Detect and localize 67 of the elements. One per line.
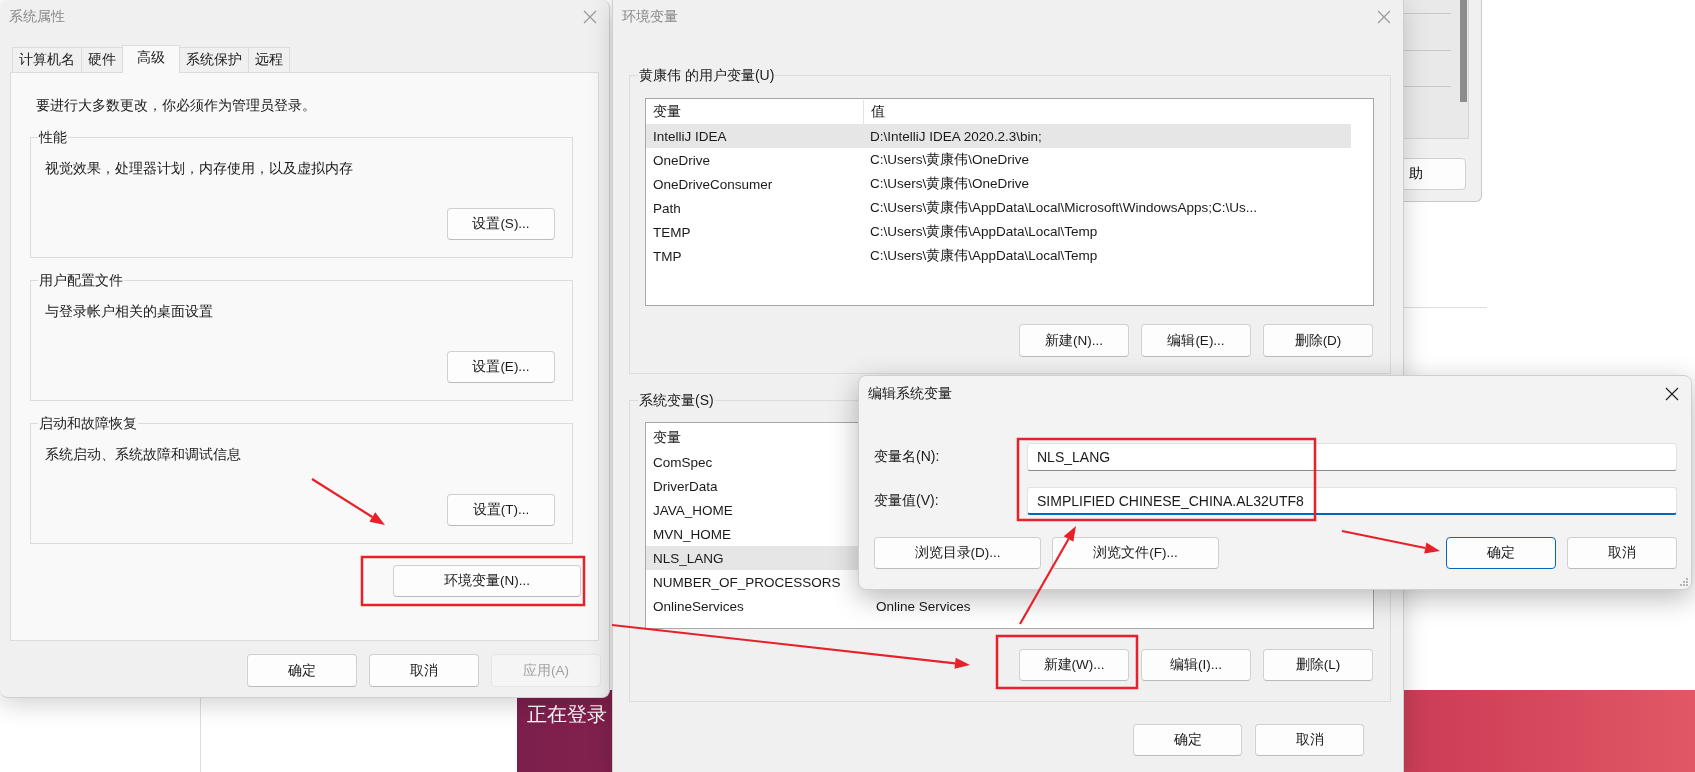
list-action-button[interactable]: 删除(L) — [1263, 649, 1373, 681]
variable-name: TMP — [652, 248, 683, 264]
variable-name: TEMP — [652, 224, 692, 240]
browse-button[interactable]: 浏览目录(D)... — [874, 537, 1041, 569]
list-row[interactable]: TMP C:\Users\黄康伟\AppData\Local\Temp — [646, 244, 1351, 268]
dialog-button[interactable]: 确定 — [247, 654, 357, 687]
list-row[interactable]: OnlineServices Online Services — [646, 594, 1351, 618]
variable-name: DriverData — [652, 478, 719, 494]
group-description: 与登录帐户相关的桌面设置 — [44, 302, 214, 321]
environment-variables-button[interactable]: 环境变量(N)... — [393, 565, 581, 597]
variable-value: C:\Users\黄康伟\AppData\Local\Microsoft\WindowsApps;C:\Us... — [869, 199, 1258, 217]
list-row[interactable]: Path C:\Users\黄康伟\AppData\Local\Microsoft\WindowsApps;C:\Us... — [646, 196, 1351, 220]
variable-name: OnlineServices — [652, 598, 745, 614]
settings-button[interactable]: 设置(S)... — [447, 208, 555, 240]
tab[interactable]: 远程 — [248, 47, 290, 72]
group-title: 系统变量(S) — [638, 391, 715, 409]
field-label: 变量值(V): — [874, 492, 940, 510]
variable-name: IntelliJ IDEA — [652, 128, 728, 144]
list-action-button[interactable]: 新建(N)... — [1019, 324, 1129, 357]
list-action-button[interactable]: 编辑(I)... — [1141, 649, 1251, 681]
variable-value: C:\Users\黄康伟\OneDrive — [869, 151, 1030, 169]
dialog-title: 系统属性 — [9, 8, 65, 26]
variable-name: MVN_HOME — [652, 526, 732, 542]
dialog-button[interactable]: 取消 — [1255, 724, 1364, 756]
variable-name: OneDrive — [652, 152, 712, 168]
group-title: 用户配置文件 — [38, 271, 124, 289]
dialog-button[interactable]: 取消 — [369, 654, 479, 687]
dialog-button[interactable]: 取消 — [1567, 537, 1677, 569]
variable-name: NLS_LANG — [652, 550, 725, 566]
list-row[interactable]: TEMP C:\Users\黄康伟\AppData\Local\Temp — [646, 220, 1351, 244]
list-row[interactable]: IntelliJ IDEA D:\IntelliJ IDEA 2020.2.3\bin; — [646, 124, 1351, 148]
dialog-button[interactable]: 确定 — [1133, 724, 1242, 756]
text-field[interactable]: NLS_LANG — [1027, 443, 1677, 471]
variable-value: C:\Users\黄康伟\AppData\Local\Temp — [869, 247, 1098, 265]
list-action-button[interactable]: 删除(D) — [1263, 324, 1373, 357]
admin-notice: 要进行大多数更改，你必须作为管理员登录。 — [36, 96, 317, 115]
group-title: 性能 — [38, 128, 68, 146]
group-title: 黄康伟 的用户变量(U) — [638, 66, 776, 84]
tab[interactable]: 计算机名 — [12, 47, 82, 72]
resize-grip-icon[interactable] — [1679, 577, 1689, 587]
variable-name: Path — [652, 200, 682, 216]
variable-value: Online Services — [875, 598, 971, 614]
close-icon[interactable] — [1665, 387, 1679, 401]
text-field[interactable]: SIMPLIFIED CHINESE_CHINA.AL32UTF8 — [1027, 487, 1677, 515]
column-header[interactable]: 变量 — [646, 103, 863, 121]
list-row[interactable]: OneDriveConsumer C:\Users\黄康伟\OneDrive — [646, 172, 1351, 196]
list-action-button[interactable]: 新建(W)... — [1019, 649, 1129, 681]
group-description: 系统启动、系统故障和调试信息 — [44, 445, 242, 464]
settings-button[interactable]: 设置(E)... — [447, 351, 555, 383]
list-action-button[interactable]: 编辑(E)... — [1141, 324, 1251, 357]
field-label: 变量名(N): — [874, 448, 941, 466]
dialog-title: 环境变量 — [622, 8, 678, 26]
variable-name: NUMBER_OF_PROCESSORS — [652, 574, 842, 590]
variable-value: C:\Users\黄康伟\AppData\Local\Temp — [869, 223, 1098, 241]
tab[interactable]: 高级 — [122, 45, 180, 73]
variable-value: C:\Users\黄康伟\OneDrive — [869, 175, 1030, 193]
variable-value: D:\IntelliJ IDEA 2020.2.3\bin; — [869, 128, 1042, 144]
settings-button[interactable]: 设置(T)... — [447, 494, 555, 526]
variable-name: OneDriveConsumer — [652, 176, 774, 192]
dialog-button[interactable]: 确定 — [1446, 537, 1556, 569]
group-description: 视觉效果，处理器计划，内存使用，以及虚拟内存 — [44, 159, 354, 178]
banner-text: 正在登录 — [527, 702, 607, 726]
dialog-title: 编辑系统变量 — [868, 385, 952, 403]
scrollbar-thumb[interactable] — [1460, 0, 1467, 102]
list-row[interactable]: OneDrive C:\Users\黄康伟\OneDrive — [646, 148, 1351, 172]
group-title: 启动和故障恢复 — [38, 414, 138, 432]
browse-button[interactable]: 浏览文件(F)... — [1052, 537, 1219, 569]
